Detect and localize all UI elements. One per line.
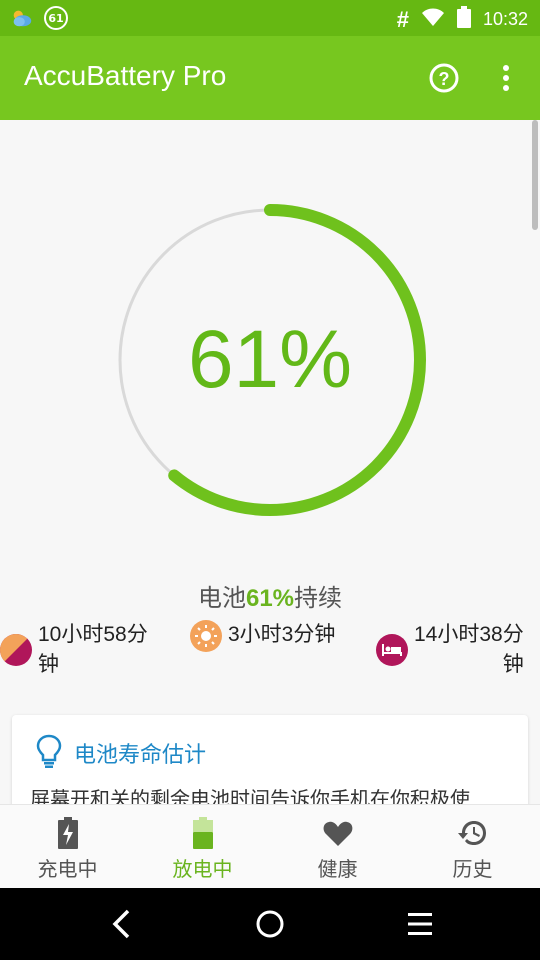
home-icon — [256, 910, 284, 938]
usage-stats: 10小时58分 钟 3小时3分钟 14小时38分 钟 — [0, 620, 540, 690]
card-body: 屏幕开和关的剩余电池时间告诉你手机在你积极使 — [30, 789, 470, 804]
duration-percent: 61% — [245, 585, 295, 612]
menu-button[interactable] — [402, 906, 438, 942]
screen-off-icon — [376, 634, 408, 666]
battery-life-card[interactable]: 电池寿命估计 屏幕开和关的剩余电池时间告诉你手机在你积极使 — [12, 715, 528, 804]
app-title: AccuBattery Pro — [24, 60, 227, 91]
tab-history-label: 历史 — [452, 859, 493, 881]
svg-text:?: ? — [439, 69, 450, 89]
duration-prefix: 电池 — [197, 585, 246, 612]
help-button[interactable]: ? — [428, 62, 460, 94]
tab-discharging-label: 放电中 — [172, 859, 233, 881]
weather-icon — [10, 6, 34, 30]
stat-screen-off-line1: 14小时38分 — [414, 623, 524, 646]
hash-icon: # — [396, 6, 409, 32]
stat-combined-text: 10小时58分 钟 — [38, 620, 148, 680]
scrollbar[interactable] — [532, 120, 538, 230]
discharging-icon — [192, 817, 213, 849]
bottom-navigation: 充电中 放电中 健康 历史 — [0, 804, 540, 889]
wifi-icon — [421, 7, 445, 32]
duration-suffix: 持续 — [294, 585, 343, 612]
stat-screen-off-text: 14小时38分 钟 — [414, 620, 524, 680]
battery-percentage: 61% — [187, 314, 353, 405]
status-left-icons: 61 — [10, 6, 68, 30]
tab-charging-label: 充电中 — [37, 859, 98, 881]
battery-ring: 61% — [110, 200, 430, 520]
status-time: 10:32 — [482, 9, 528, 29]
stat-screen-on-text: 3小时3分钟 — [228, 623, 336, 646]
menu-icon — [408, 913, 432, 935]
tab-charging[interactable]: 充电中 — [0, 805, 135, 889]
help-icon: ? — [429, 63, 459, 93]
system-navigation-bar — [0, 888, 540, 960]
battery-icon — [456, 6, 471, 33]
heart-icon — [323, 821, 352, 846]
back-button[interactable] — [104, 906, 140, 942]
more-options-button[interactable] — [490, 62, 522, 94]
battery-duration-label: 电池61%持续 — [0, 578, 540, 613]
stat-screen-off-line2: 钟 — [502, 653, 524, 676]
stat-combined-line1: 10小时58分 — [38, 623, 148, 646]
stat-screen-on: 3小时3分钟 — [190, 620, 370, 652]
stat-combined: 10小时58分 钟 — [0, 620, 170, 680]
mixed-usage-icon — [0, 634, 32, 666]
back-icon — [112, 909, 130, 939]
battery-notification-icon: 61 — [44, 6, 68, 30]
tab-discharging[interactable]: 放电中 — [135, 805, 270, 889]
lightbulb-icon — [34, 733, 64, 769]
app-bar: AccuBattery Pro ? — [0, 36, 540, 120]
battery-notification-text: 61 — [48, 11, 64, 25]
more-vert-icon — [503, 65, 509, 91]
stat-screen-off: 14小时38分 钟 — [376, 620, 540, 680]
card-title: 电池寿命估计 — [74, 742, 207, 767]
main-content[interactable]: 61% 电池61%持续 10小时58分 钟 3小时3分钟 14小时38分 钟 电… — [0, 120, 540, 804]
charging-icon — [57, 817, 78, 849]
home-button[interactable] — [252, 906, 288, 942]
status-right-icons: # 10:32 — [397, 6, 528, 33]
screen-on-icon — [190, 620, 222, 652]
tab-health-label: 健康 — [317, 859, 358, 881]
tab-history[interactable]: 历史 — [405, 805, 540, 889]
history-icon — [457, 821, 486, 845]
stat-combined-line2: 钟 — [38, 653, 59, 676]
tab-health[interactable]: 健康 — [270, 805, 405, 889]
status-bar: 61 # 10:32 — [0, 0, 540, 36]
